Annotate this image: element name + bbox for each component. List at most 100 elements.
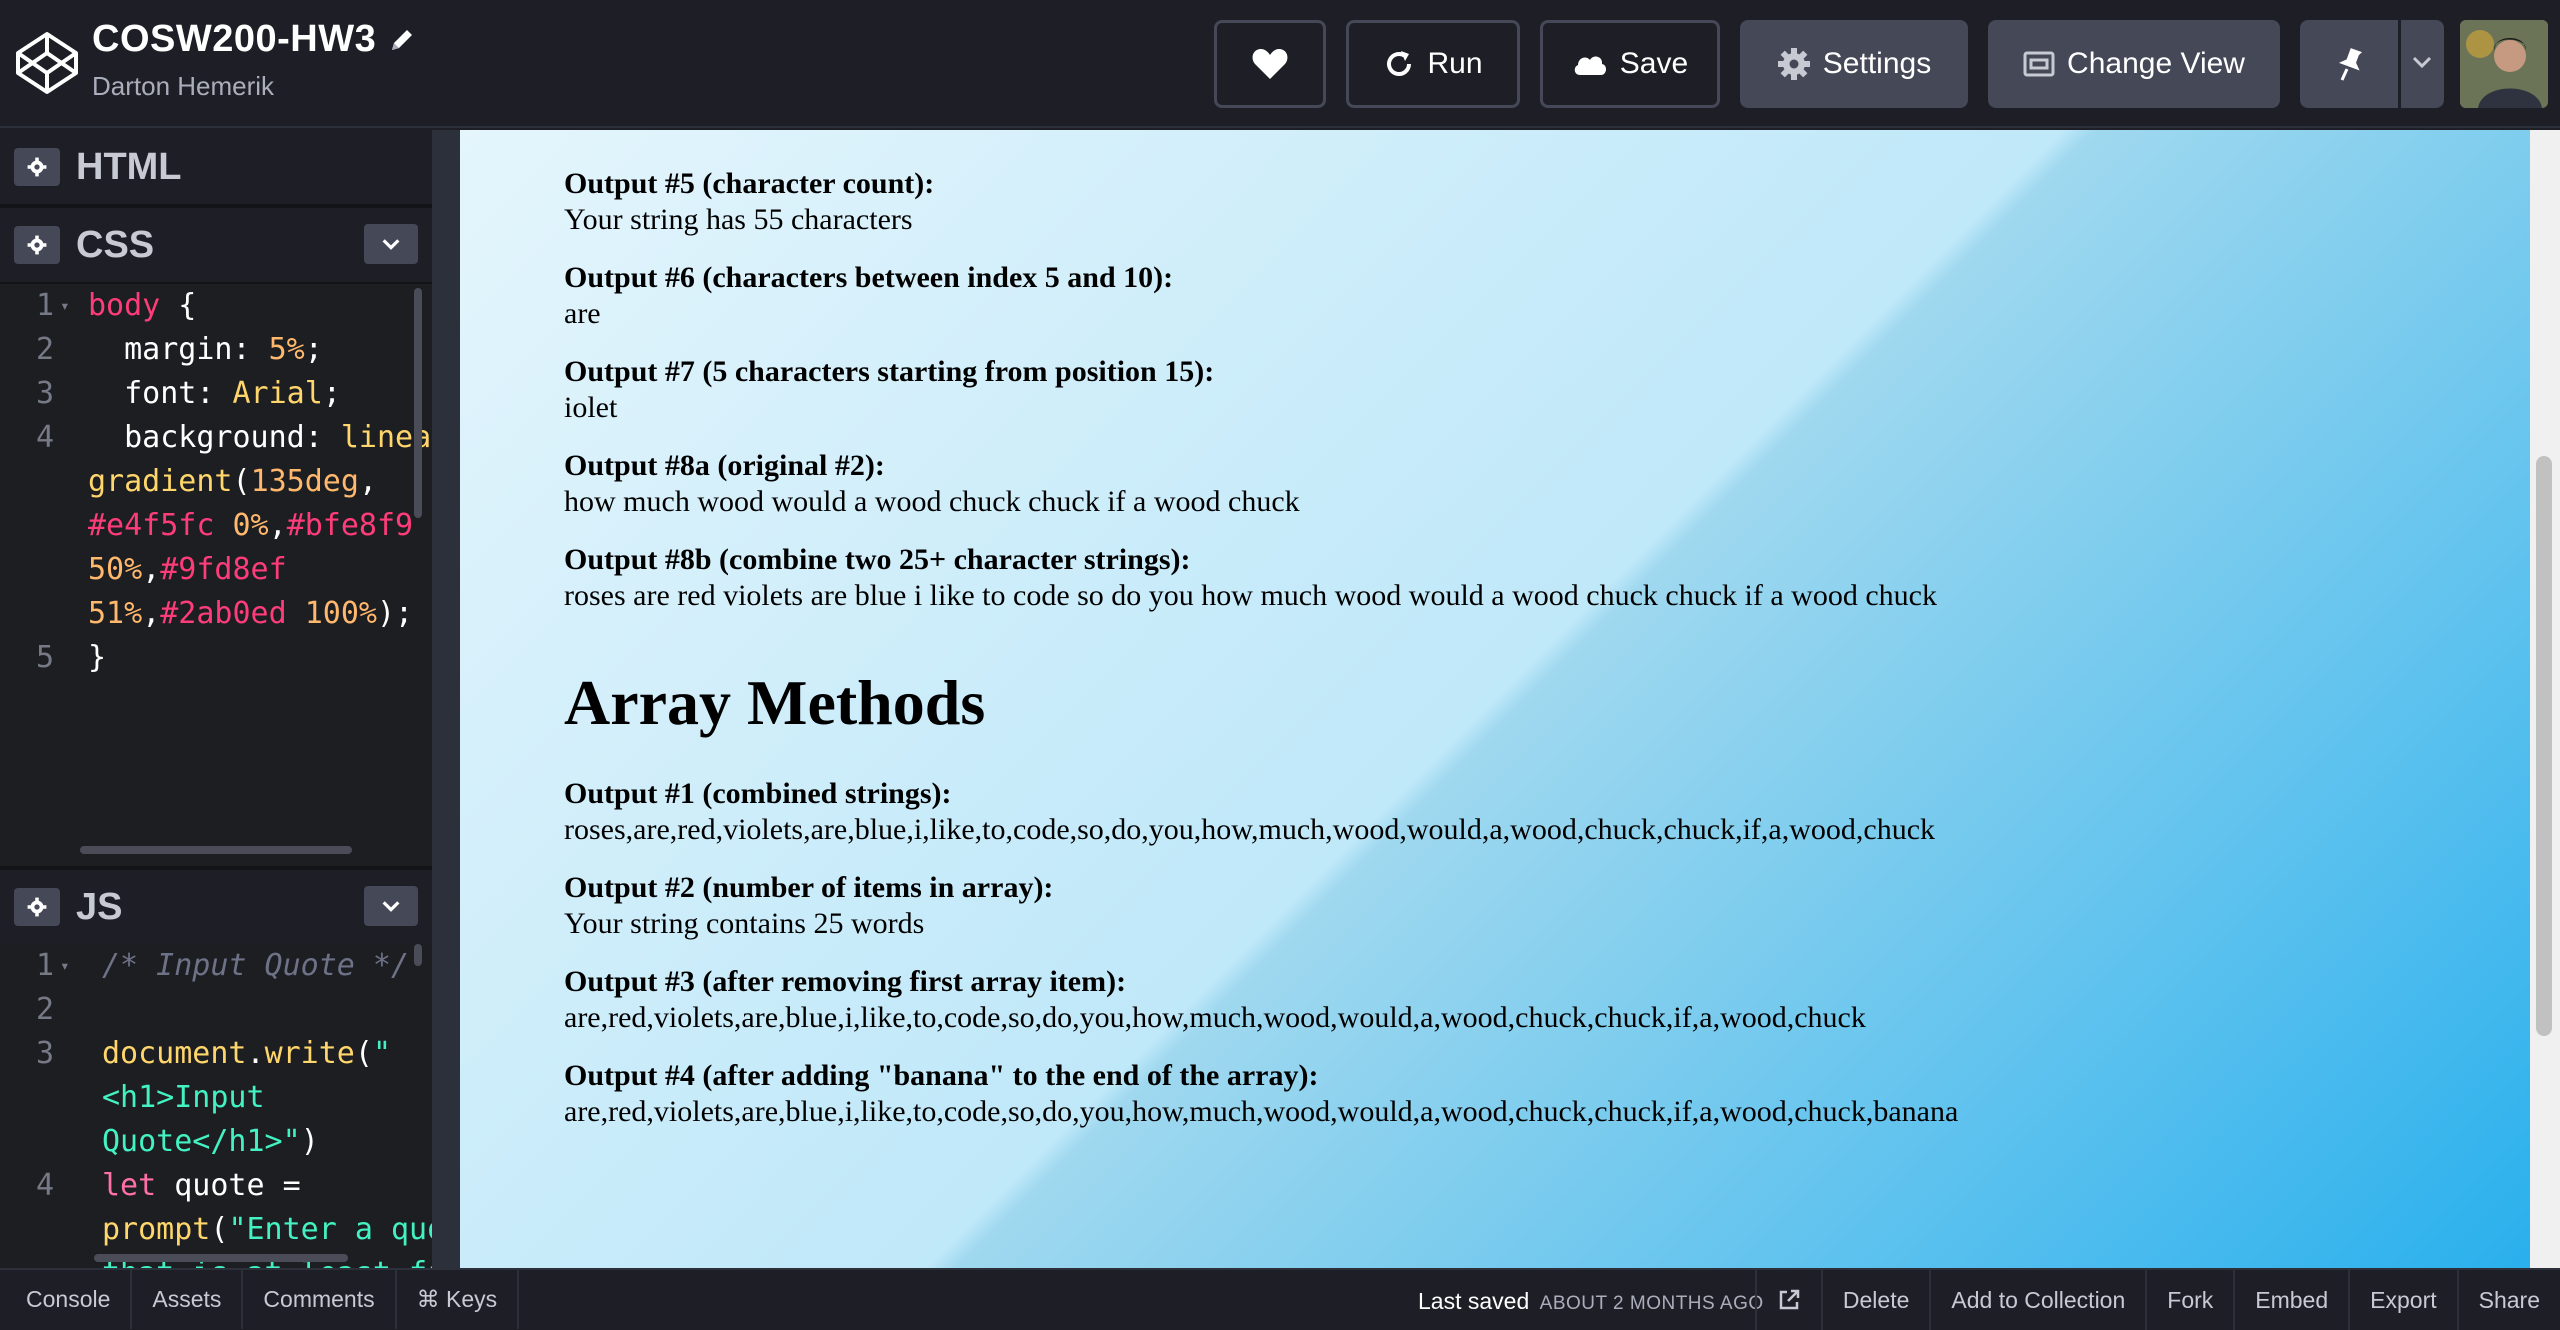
output-block: Output #8a (original #2): how much wood w…	[564, 448, 2464, 520]
chevron-down-icon[interactable]	[2410, 50, 2434, 74]
comments-button[interactable]: Comments	[243, 1269, 397, 1329]
footer-actions: Delete Add to Collection Fork Embed Expo…	[1754, 1270, 2560, 1330]
code-line: /* Input Quote */	[102, 948, 409, 983]
preview-scrollbar-thumb[interactable]	[2536, 456, 2552, 1036]
change-view-button[interactable]: Change View	[1988, 20, 2280, 108]
line-number: 4	[35, 1168, 54, 1203]
last-saved-label: Last saved	[1418, 1288, 1530, 1314]
fork-button[interactable]: Fork	[2145, 1270, 2233, 1330]
code-line: 50%,#9fd8ef	[88, 552, 287, 587]
output-title: Output #7 (5 characters starting from po…	[564, 355, 1215, 388]
run-label: Run	[1427, 47, 1483, 80]
output-value: are,red,violets,are,blue,i,like,to,code,…	[564, 1001, 1866, 1034]
js-code-editor[interactable]: 1 ▾/* Input Quote */2 3 document.write(" <h1…	[0, 944, 432, 1268]
share-button[interactable]: Share	[2456, 1270, 2560, 1330]
html-editor-header[interactable]: HTML	[0, 130, 432, 204]
line-number: 2	[35, 992, 54, 1027]
code-token: Quote</h1>"	[102, 1124, 301, 1159]
assets-button[interactable]: Assets	[132, 1269, 244, 1329]
heart-icon	[1252, 49, 1288, 79]
css-vertical-scrollbar[interactable]	[414, 288, 422, 518]
fold-toggle-icon[interactable]: ▾	[60, 956, 70, 975]
delete-button[interactable]: Delete	[1820, 1270, 1929, 1330]
output-title: Output #2 (number of items in array):	[564, 871, 1054, 904]
pen-title-area: COSW200-HW3 Darton Hemerik	[92, 18, 416, 102]
line-number: 1	[35, 288, 54, 323]
output-value: how much wood would a wood chuck chuck i…	[564, 485, 1300, 518]
line-number: 3	[35, 1036, 54, 1071]
output-value: Your string has 55 characters	[564, 203, 913, 236]
code-line: document.write("	[102, 1036, 391, 1071]
output-title: Output #5 (character count):	[564, 167, 935, 200]
add-to-collection-button[interactable]: Add to Collection	[1929, 1270, 2145, 1330]
code-line: let quote =	[102, 1168, 301, 1203]
css-editor-header[interactable]: CSS	[0, 208, 432, 282]
pencil-edit-icon[interactable]	[388, 26, 416, 54]
user-avatar[interactable]	[2460, 20, 2548, 108]
output-block: Output #1 (combined strings): roses,are,r…	[564, 776, 2464, 848]
code-token: gradient	[88, 464, 233, 499]
output-value: iolet	[564, 391, 618, 424]
code-line: background: linear-	[88, 420, 432, 455]
cloud-icon	[1574, 56, 1606, 75]
html-settings-button[interactable]	[14, 148, 60, 186]
output-block: Output #2 (number of items in array): You…	[564, 870, 2464, 942]
code-token: document	[102, 1036, 247, 1071]
code-token: {	[160, 288, 197, 323]
code-token: 135deg	[250, 464, 359, 499]
code-token: prompt	[102, 1212, 211, 1247]
code-token: ,	[358, 464, 377, 499]
embed-button[interactable]: Embed	[2233, 1270, 2348, 1330]
preview-pane[interactable]: Output #5 (character count): Your string …	[460, 130, 2530, 1268]
js-options-button[interactable]	[364, 886, 418, 926]
js-settings-button[interactable]	[14, 888, 60, 926]
output-block: Output #8b (combine two 25+ character st…	[564, 542, 2464, 614]
code-token: ,	[142, 552, 161, 587]
love-button[interactable]	[1214, 20, 1326, 108]
css-code-editor[interactable]: 1 ▾ body {2 margin: 5%; 3 font: Arial; 4 bac…	[0, 284, 432, 866]
author-name[interactable]: Darton Hemerik	[92, 71, 416, 102]
code-token: )	[300, 1124, 319, 1159]
code-token: background:	[88, 420, 341, 455]
pin-button[interactable]	[2300, 20, 2444, 108]
css-horizontal-scrollbar[interactable]	[80, 846, 352, 854]
output-title: Output #3 (after removing first array it…	[564, 965, 1127, 998]
console-button[interactable]: Console	[0, 1269, 133, 1329]
export-button[interactable]: Export	[2348, 1270, 2456, 1330]
pin-icon	[2338, 48, 2363, 81]
output-title: Output #8b (combine two 25+ character st…	[564, 543, 1191, 576]
save-button[interactable]: Save	[1540, 20, 1720, 108]
chevron-down-icon	[382, 901, 400, 912]
line-number: 1	[35, 948, 54, 983]
keys-button[interactable]: ⌘ Keys	[397, 1269, 520, 1329]
settings-label: Settings	[1822, 47, 1932, 80]
code-line: gradient(135deg,	[88, 464, 377, 499]
output-block: Output #4 (after adding "banana" to the …	[564, 1058, 2464, 1130]
last-saved-time: ABOUT 2 MONTHS AGO	[1539, 1293, 1764, 1314]
refresh-icon	[1387, 51, 1412, 76]
pin-separator	[2398, 20, 2401, 108]
js-vertical-scrollbar[interactable]	[414, 944, 422, 966]
js-editor-header[interactable]: JS	[0, 870, 432, 944]
code-token: 50%	[88, 552, 143, 587]
code-token: ,	[268, 508, 287, 543]
open-external-button[interactable]	[1754, 1270, 1821, 1330]
run-button[interactable]: Run	[1346, 20, 1520, 108]
js-horizontal-scrollbar[interactable]	[94, 1254, 348, 1262]
code-token: 0%	[214, 508, 269, 543]
css-settings-button[interactable]	[14, 226, 60, 264]
settings-button[interactable]: Settings	[1740, 20, 1968, 108]
layout-icon	[2023, 51, 2055, 77]
avatar-image	[2460, 20, 2548, 108]
editors-column: HTML CSS 1 ▾ body {2 margin: 5%; 3 font: Ar…	[0, 130, 436, 1268]
external-link-icon	[1779, 1289, 1800, 1310]
code-line: Quote</h1>")	[102, 1124, 319, 1159]
pen-title[interactable]: COSW200-HW3	[92, 18, 376, 61]
editor-resize-handle[interactable]	[432, 130, 460, 1268]
output-value: roses,are,red,violets,are,blue,i,like,to…	[564, 813, 1936, 846]
fold-toggle-icon[interactable]: ▾	[60, 296, 70, 315]
codepen-logo-icon[interactable]	[14, 30, 80, 96]
css-options-button[interactable]	[364, 224, 418, 264]
code-token: #2ab0ed	[160, 596, 287, 631]
code-token: ;	[304, 332, 323, 367]
